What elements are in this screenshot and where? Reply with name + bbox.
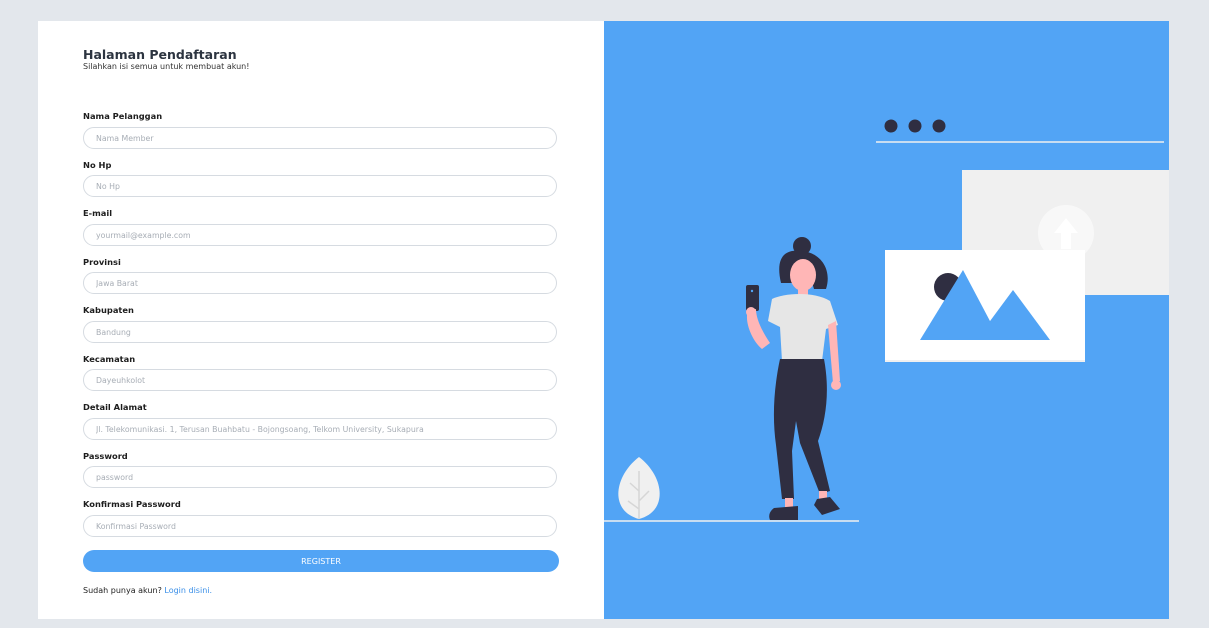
window-dot-icon [932,119,946,133]
no-hp-label: No Hp [83,160,112,170]
page-subtitle: Silahkan isi semua untuk membuat akun! [83,62,250,71]
detail-alamat-input[interactable] [83,418,557,440]
nama-pelanggan-label: Nama Pelanggan [83,111,163,121]
login-prompt-line: Sudah punya akun? Login disini. [83,586,212,595]
provinsi-label: Provinsi [83,257,121,267]
upload-illustration [604,119,1169,522]
plant-icon [618,457,660,519]
email-input[interactable] [83,224,557,246]
kecamatan-input[interactable] [83,369,557,391]
kabupaten-input[interactable] [83,321,557,343]
register-button[interactable]: REGISTER [83,550,559,572]
image-placeholder-icon [885,250,1085,362]
register-form-pane: Halaman Pendaftaran Silahkan isi semua u… [38,21,604,619]
password-input[interactable] [83,466,557,488]
email-label: E-mail [83,208,113,218]
konfirmasi-password-label: Konfirmasi Password [83,499,181,509]
login-prompt-text: Sudah punya akun? [83,586,162,595]
page-title: Halaman Pendaftaran [83,47,237,62]
provinsi-input[interactable] [83,272,557,294]
no-hp-input[interactable] [83,175,557,197]
woman-figure [746,237,841,520]
window-dot-icon [908,119,922,133]
konfirmasi-password-input[interactable] [83,515,557,537]
illustration-pane [604,21,1169,619]
password-label: Password [83,451,128,461]
window-dot-icon [884,119,898,133]
nama-pelanggan-input[interactable] [83,127,557,149]
kecamatan-label: Kecamatan [83,354,136,364]
detail-alamat-label: Detail Alamat [83,402,147,412]
login-link[interactable]: Login disini. [164,586,212,595]
register-card: Halaman Pendaftaran Silahkan isi semua u… [38,21,1169,619]
kabupaten-label: Kabupaten [83,305,134,315]
